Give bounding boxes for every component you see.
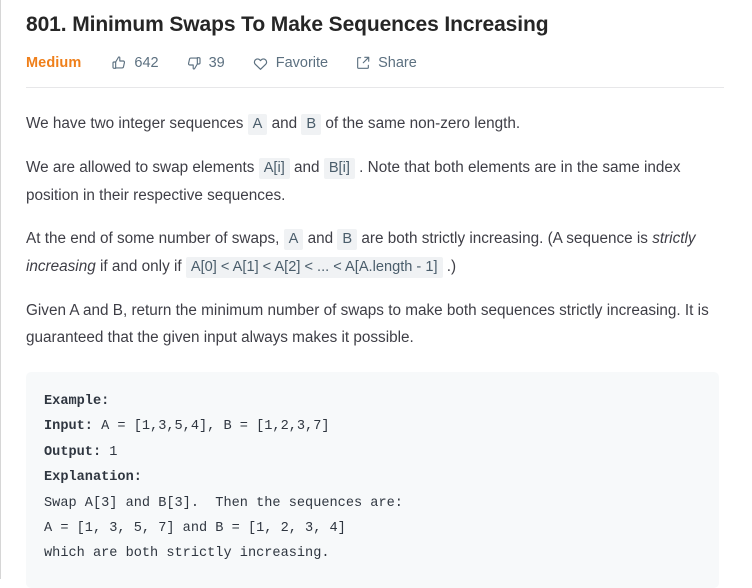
thumbs-up-icon: [111, 55, 127, 71]
p2-text-2: and: [289, 159, 324, 176]
code-line: A = [1, 3, 5, 7] and B = [1, 2, 3, 4]: [44, 516, 719, 541]
p1-text-2: and: [267, 115, 302, 132]
favorite-label: Favorite: [275, 55, 329, 72]
problem-meta-row: Medium 642 39 Favorite Share: [26, 52, 736, 74]
code-line-label: Explanation:: [44, 470, 142, 486]
inline-code-bi: B[i]: [323, 158, 355, 179]
code-line-label: Example:: [44, 394, 110, 409]
inline-code-ai: A[i]: [258, 158, 290, 179]
example-code-block: Example: Input: A = [1,3,5,4], B = [1,2,…: [26, 372, 719, 588]
code-line: Input: A = [1,3,5,4], B = [1,2,3,7]: [44, 414, 719, 439]
p3-text-5: .): [442, 258, 457, 275]
code-line-value: Swap A[3] and B[3]. Then the sequences a…: [44, 495, 403, 511]
description-paragraph-1: We have two integer sequences A and B of…: [26, 93, 736, 138]
code-line-value: A = [1, 3, 5, 7] and B = [1, 2, 3, 4]: [44, 521, 346, 537]
problem-description: We have two integer sequences A and B of…: [26, 88, 736, 351]
description-paragraph-2: We are allowed to swap elements A[i] and…: [26, 138, 736, 209]
code-line: Output: 1: [44, 440, 719, 465]
share-label: Share: [378, 55, 417, 72]
p3-text-4: if and only if: [95, 258, 186, 275]
p2-text-1: We are allowed to swap elements: [26, 159, 259, 176]
code-line-label: Output:: [44, 444, 102, 460]
code-line-label: Input:: [44, 419, 93, 435]
p3-text-1: At the end of some number of swaps,: [26, 230, 284, 247]
share-icon: [355, 55, 371, 71]
content-container: 801. Minimum Swaps To Make Sequences Inc…: [1, 0, 752, 588]
problem-description-panel: 801. Minimum Swaps To Make Sequences Inc…: [0, 0, 752, 588]
inline-code-a: A: [247, 114, 268, 135]
inline-code-b: B: [301, 114, 322, 135]
dislike-button[interactable]: 39: [186, 55, 225, 71]
thumbs-down-icon: [186, 55, 202, 71]
inline-code-b2: B: [337, 229, 358, 250]
code-line-value: A = [1,3,5,4], B = [1,2,3,7]: [92, 419, 330, 435]
description-paragraph-3: At the end of some number of swaps, A an…: [26, 209, 736, 281]
inline-code-a2: A: [283, 229, 304, 250]
code-line-value: which are both strictly increasing.: [44, 546, 330, 562]
description-paragraph-4: Given A and B, return the minimum number…: [26, 302, 709, 346]
favorite-button[interactable]: Favorite: [252, 55, 328, 72]
difficulty-badge: Medium: [26, 55, 82, 71]
code-line: which are both strictly increasing.: [44, 541, 719, 566]
code-line-value: 1: [101, 444, 118, 460]
like-button[interactable]: 642: [111, 55, 159, 72]
dislike-count: 39: [208, 55, 225, 72]
page-title: 801. Minimum Swaps To Make Sequences Inc…: [26, 13, 549, 36]
inline-code-sequence-condition: A[0] < A[1] < A[2] < ... < A[A.length - …: [185, 257, 443, 278]
p1-text-1: We have two integer sequences: [26, 115, 248, 132]
code-line: Explanation:: [44, 465, 719, 490]
like-count: 642: [134, 55, 159, 72]
code-line: Swap A[3] and B[3]. Then the sequences a…: [44, 491, 719, 516]
p3-text-3: are both strictly increasing. (A sequenc…: [357, 230, 653, 247]
p1-text-3: of the same non-zero length.: [321, 115, 521, 132]
heart-icon: [252, 55, 269, 72]
p3-text-2: and: [303, 230, 338, 247]
code-line: Example:: [44, 389, 719, 414]
share-button[interactable]: Share: [355, 55, 417, 71]
